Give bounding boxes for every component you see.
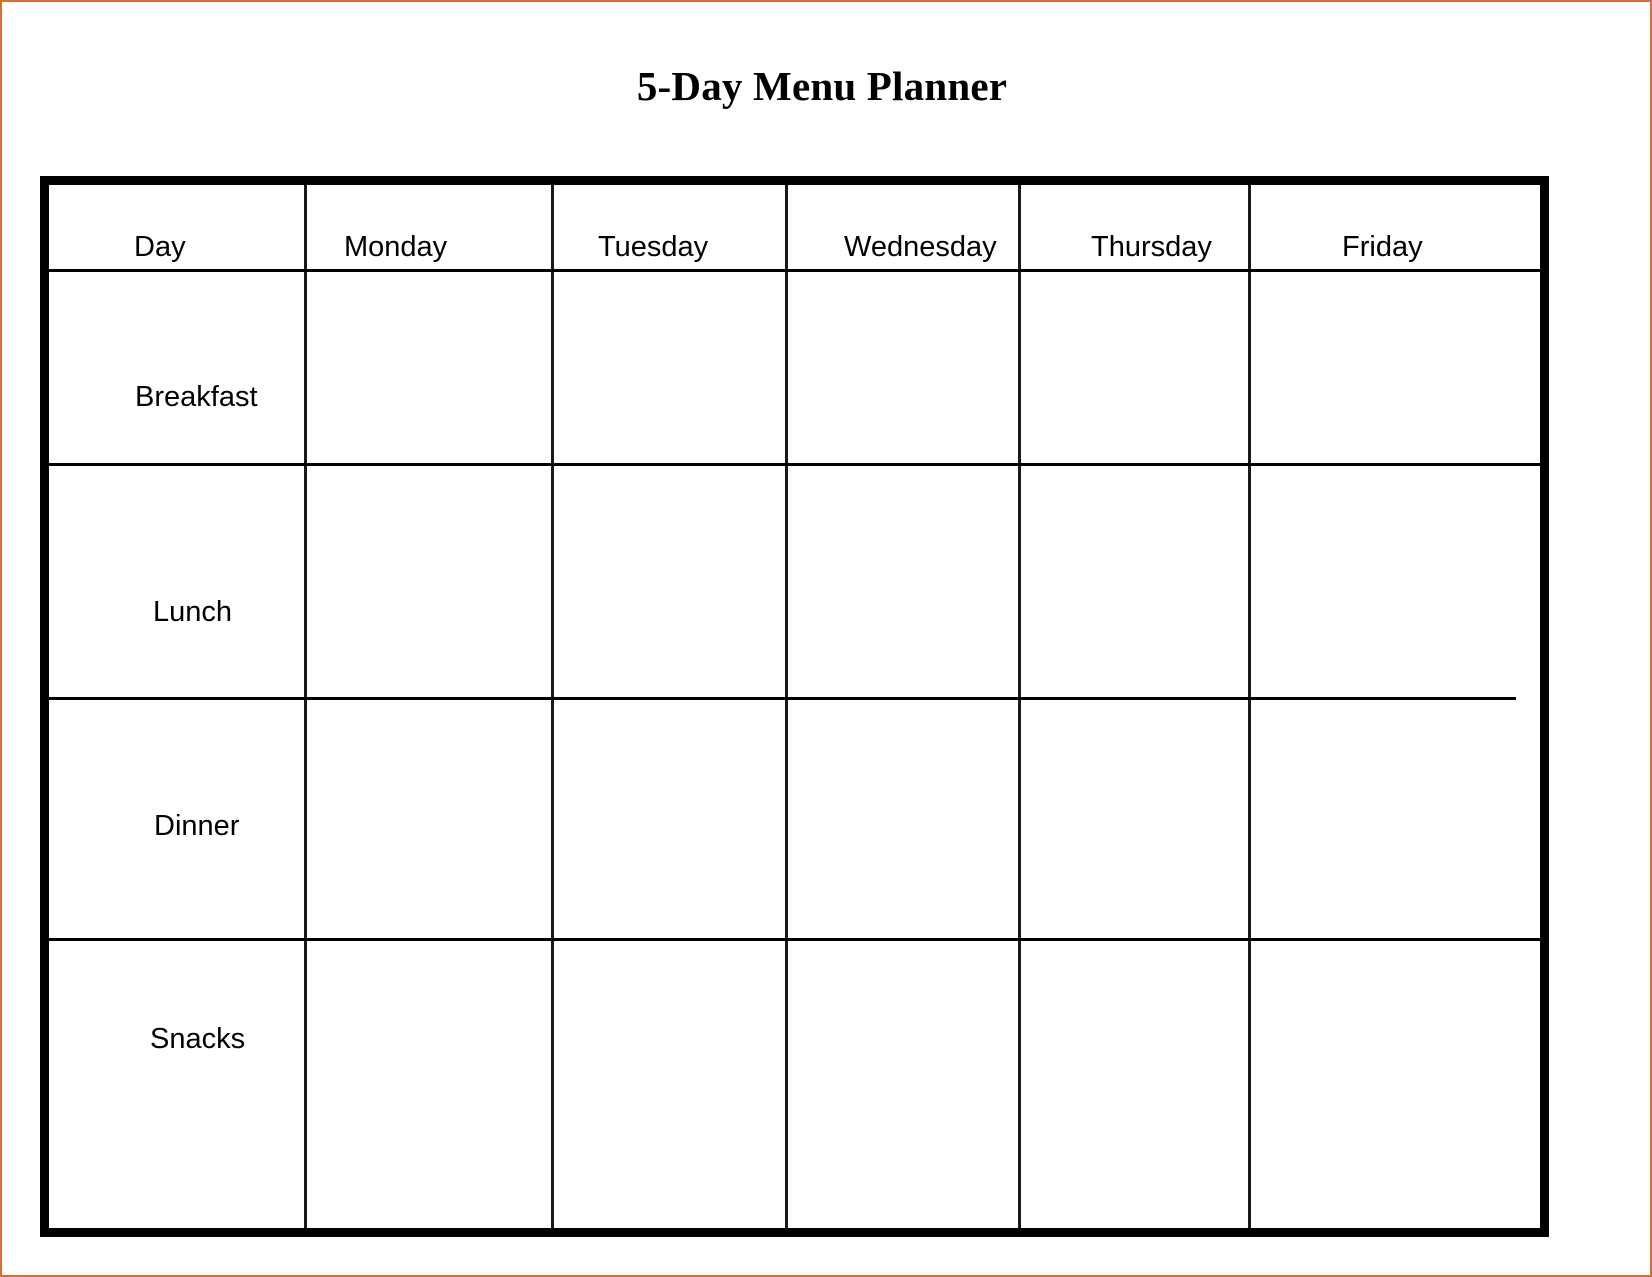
cell-breakfast-thursday[interactable]: [1021, 272, 1248, 463]
cell-dinner-wednesday[interactable]: [788, 700, 1018, 938]
cell-breakfast-tuesday[interactable]: [554, 272, 785, 463]
row-label-lunch: Lunch: [153, 596, 233, 628]
cell-lunch-thursday[interactable]: [1021, 466, 1248, 697]
cell-dinner-friday[interactable]: [1251, 700, 1540, 938]
table-grid: Day Monday Tuesday Wednesday Thursday Fr…: [49, 185, 1540, 1228]
cell-lunch-monday[interactable]: [307, 466, 551, 697]
cell-lunch-friday[interactable]: [1251, 466, 1540, 697]
page-canvas: 5-Day Menu Planner Day Monday Tuesday We…: [0, 0, 1652, 1277]
cell-dinner-monday[interactable]: [307, 700, 551, 938]
row-label-dinner: Dinner: [154, 810, 240, 842]
column-header-tuesday: Tuesday: [598, 231, 709, 263]
cell-lunch-wednesday[interactable]: [788, 466, 1018, 697]
column-header-thursday: Thursday: [1091, 231, 1212, 263]
column-header-friday: Friday: [1342, 231, 1423, 263]
cell-breakfast-wednesday[interactable]: [788, 272, 1018, 463]
cell-snacks-monday[interactable]: [307, 941, 551, 1228]
row-label-breakfast: Breakfast: [135, 381, 258, 413]
cell-breakfast-monday[interactable]: [307, 272, 551, 463]
cell-snacks-tuesday[interactable]: [554, 941, 785, 1228]
menu-planner-table: Day Monday Tuesday Wednesday Thursday Fr…: [40, 176, 1549, 1237]
cell-dinner-tuesday[interactable]: [554, 700, 785, 938]
column-header-monday: Monday: [344, 231, 448, 263]
row-label-snacks: Snacks: [150, 1023, 246, 1055]
cell-snacks-friday[interactable]: [1251, 941, 1540, 1228]
column-header-wednesday: Wednesday: [844, 231, 997, 263]
cell-lunch-tuesday[interactable]: [554, 466, 785, 697]
cell-breakfast-friday[interactable]: [1251, 272, 1540, 463]
page-title: 5-Day Menu Planner: [636, 63, 1008, 109]
cell-dinner-thursday[interactable]: [1021, 700, 1248, 938]
cell-snacks-thursday[interactable]: [1021, 941, 1248, 1228]
cell-snacks-wednesday[interactable]: [788, 941, 1018, 1228]
column-header-day: Day: [134, 231, 186, 263]
